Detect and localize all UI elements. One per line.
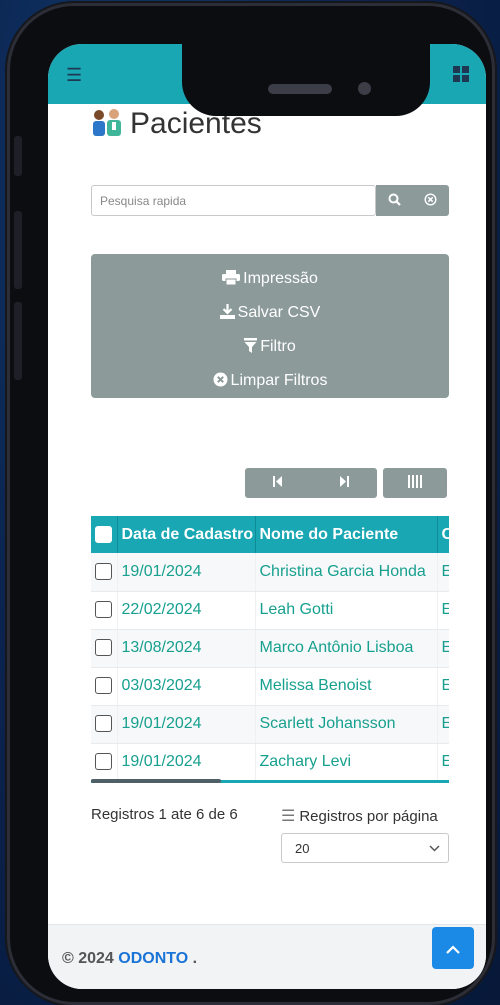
per-page-select[interactable]: 20 bbox=[281, 833, 449, 863]
table-row: 13/08/2024 Marco Antônio Lisboa E bbox=[91, 629, 449, 668]
main-content bbox=[48, 104, 486, 924]
grid-icon[interactable] bbox=[453, 66, 469, 85]
row-checkbox[interactable] bbox=[95, 677, 112, 695]
table-row: 03/03/2024 Melissa Benoist E bbox=[91, 667, 449, 706]
table-row: 19/01/2024 Scarlett Johansson E bbox=[91, 705, 449, 744]
filter-label: Filtro bbox=[260, 338, 296, 355]
patients-table-container[interactable]: Data de Cadastro Nome do Paciente C 19/0… bbox=[91, 516, 449, 784]
footer-copyright: © 2024 ODONTO . bbox=[62, 950, 197, 968]
cell-date[interactable]: 03/03/2024 bbox=[117, 667, 256, 706]
cell-extra[interactable]: E bbox=[437, 743, 449, 782]
first-page-icon[interactable] bbox=[273, 476, 283, 490]
column-header-name[interactable]: Nome do Paciente bbox=[255, 516, 438, 553]
table-header-row: Data de Cadastro Nome do Paciente C bbox=[91, 516, 449, 553]
download-icon bbox=[219, 303, 235, 323]
row-checkbox[interactable] bbox=[95, 715, 112, 733]
table-row: 19/01/2024 Zachary Levi E bbox=[91, 743, 449, 782]
cell-patient-name[interactable]: Zachary Levi bbox=[255, 743, 438, 782]
search-input[interactable] bbox=[91, 185, 376, 216]
table-row: 19/01/2024 Christina Garcia Honda E bbox=[91, 553, 449, 592]
search-icon[interactable] bbox=[388, 193, 401, 209]
volume-up-button bbox=[14, 211, 22, 289]
records-info: Registros 1 ate 6 de 6 bbox=[91, 806, 238, 823]
print-label: Impressão bbox=[243, 270, 318, 287]
export-actions-panel: Impressão Salvar CSV Filtro Limpar Filtr… bbox=[91, 254, 449, 398]
menu-icon[interactable]: ☰ bbox=[66, 66, 82, 84]
doctor-patient-icon bbox=[90, 107, 124, 142]
cell-date[interactable]: 19/01/2024 bbox=[117, 743, 256, 782]
select-all-cell bbox=[91, 516, 118, 553]
column-header-date[interactable]: Data de Cadastro bbox=[117, 516, 256, 553]
quick-search bbox=[91, 185, 449, 216]
row-checkbox[interactable] bbox=[95, 563, 112, 581]
cell-extra[interactable]: E bbox=[437, 629, 449, 668]
select-all-checkbox[interactable] bbox=[95, 525, 112, 543]
cell-date[interactable]: 13/08/2024 bbox=[117, 629, 256, 668]
save-csv-button[interactable]: Salvar CSV bbox=[219, 296, 321, 330]
cell-patient-name[interactable]: Scarlett Johansson bbox=[255, 705, 438, 744]
chevron-down-icon bbox=[429, 841, 440, 855]
last-page-icon[interactable] bbox=[339, 476, 349, 490]
front-camera bbox=[358, 82, 371, 95]
cell-patient-name[interactable]: Christina Garcia Honda bbox=[255, 553, 438, 592]
cell-extra[interactable]: E bbox=[437, 667, 449, 706]
phone-frame: ☰ Pacientes Pesquisa rapida Impressão Sa… bbox=[10, 6, 492, 1002]
row-checkbox[interactable] bbox=[95, 601, 112, 619]
list-icon: ☰ bbox=[281, 808, 296, 825]
cell-date[interactable]: 19/01/2024 bbox=[117, 553, 256, 592]
table-row: 22/02/2024 Leah Gotti E bbox=[91, 591, 449, 630]
cell-extra[interactable]: E bbox=[437, 591, 449, 630]
columns-button[interactable] bbox=[383, 468, 447, 498]
cell-extra[interactable]: E bbox=[437, 705, 449, 744]
table-horizontal-scrollbar[interactable] bbox=[91, 779, 449, 783]
copyright-suffix: . bbox=[188, 950, 198, 967]
footer: © 2024 ODONTO . bbox=[48, 924, 486, 989]
volume-down-button bbox=[14, 302, 22, 380]
row-checkbox[interactable] bbox=[95, 753, 112, 771]
cell-date[interactable]: 22/02/2024 bbox=[117, 591, 256, 630]
print-icon bbox=[222, 269, 241, 289]
cell-patient-name[interactable]: Marco Antônio Lisboa bbox=[255, 629, 438, 668]
brand-link[interactable]: ODONTO bbox=[118, 950, 188, 967]
scroll-to-top-button[interactable] bbox=[432, 927, 474, 969]
clear-filters-button[interactable]: Limpar Filtros bbox=[213, 364, 328, 398]
columns-icon bbox=[408, 475, 422, 491]
pager-nav-group bbox=[245, 468, 377, 498]
mute-switch bbox=[14, 136, 22, 176]
table-pager bbox=[245, 468, 447, 498]
save-csv-label: Salvar CSV bbox=[237, 304, 321, 321]
per-page-value: 20 bbox=[295, 840, 310, 856]
row-checkbox[interactable] bbox=[95, 639, 112, 657]
cell-patient-name[interactable]: Leah Gotti bbox=[255, 591, 438, 630]
column-header-extra[interactable]: C bbox=[437, 516, 449, 553]
notch bbox=[182, 44, 430, 116]
print-button[interactable]: Impressão bbox=[222, 262, 318, 296]
clear-search-icon[interactable] bbox=[424, 192, 437, 209]
copyright-text: © 2024 bbox=[62, 950, 119, 967]
search-buttons bbox=[376, 185, 449, 216]
cell-date[interactable]: 19/01/2024 bbox=[117, 705, 256, 744]
filter-button[interactable]: Filtro bbox=[244, 330, 296, 364]
speaker bbox=[268, 84, 332, 94]
cell-extra[interactable]: E bbox=[437, 553, 449, 592]
scrollbar-thumb[interactable] bbox=[91, 779, 221, 783]
per-page-label: ☰ Registros por página bbox=[281, 806, 438, 826]
clear-filters-label: Limpar Filtros bbox=[230, 372, 328, 389]
cell-patient-name[interactable]: Melissa Benoist bbox=[255, 667, 438, 706]
phone-screen: ☰ Pacientes Pesquisa rapida Impressão Sa… bbox=[48, 44, 486, 989]
clear-filters-icon bbox=[213, 372, 228, 391]
per-page-text: Registros por página bbox=[299, 807, 438, 825]
filter-icon bbox=[244, 337, 258, 357]
patients-table: Data de Cadastro Nome do Paciente C 19/0… bbox=[91, 516, 449, 782]
chevron-up-icon bbox=[446, 937, 460, 960]
